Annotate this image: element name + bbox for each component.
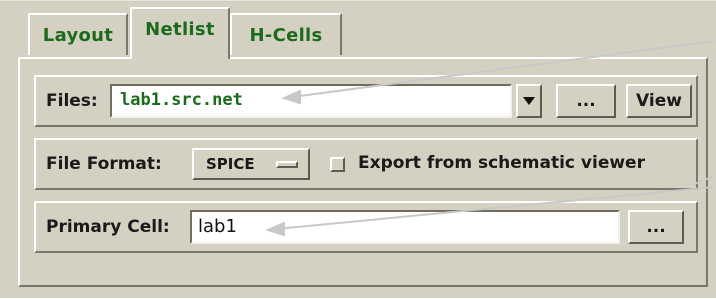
primary-cell-label: Primary Cell: <box>46 217 170 237</box>
file-format-selected: SPICE <box>206 155 255 173</box>
primary-cell-browse-label: ... <box>646 217 666 237</box>
tab-netlist-label: Netlist <box>145 19 215 40</box>
netlist-dialog: Layout H-Cells Netlist Files: lab1.src.n… <box>0 0 716 298</box>
chevron-down-icon <box>523 97 535 105</box>
primary-cell-browse-button[interactable]: ... <box>628 210 684 244</box>
view-button-label: View <box>636 91 682 111</box>
primary-cell-input[interactable]: lab1 <box>190 210 620 244</box>
export-schematic-checkbox[interactable] <box>330 157 345 172</box>
view-button[interactable]: View <box>626 84 692 118</box>
files-dropdown-button[interactable] <box>516 84 542 118</box>
tab-h-cells-label: H-Cells <box>249 24 323 46</box>
file-format-label: File Format: <box>46 154 162 174</box>
files-browse-label: ... <box>576 91 596 111</box>
tab-layout-label: Layout <box>42 24 114 46</box>
file-format-group: File Format: SPICE Export from schematic… <box>34 138 698 190</box>
tab-layout[interactable]: Layout <box>28 13 128 55</box>
export-schematic-label: Export from schematic viewer <box>358 153 645 173</box>
files-browse-button[interactable]: ... <box>556 84 616 118</box>
files-input-value: lab1.src.net <box>120 90 243 110</box>
tab-netlist[interactable]: Netlist <box>130 7 230 59</box>
primary-cell-input-value: lab1 <box>198 216 237 237</box>
file-format-select[interactable]: SPICE <box>192 148 310 180</box>
files-label: Files: <box>46 91 98 111</box>
tab-h-cells[interactable]: H-Cells <box>230 13 342 55</box>
files-input[interactable]: lab1.src.net <box>110 84 512 118</box>
option-menu-indicator-icon <box>276 161 298 168</box>
primary-cell-group: Primary Cell: lab1 ... <box>34 201 698 253</box>
files-group: Files: lab1.src.net ... View <box>34 75 698 127</box>
